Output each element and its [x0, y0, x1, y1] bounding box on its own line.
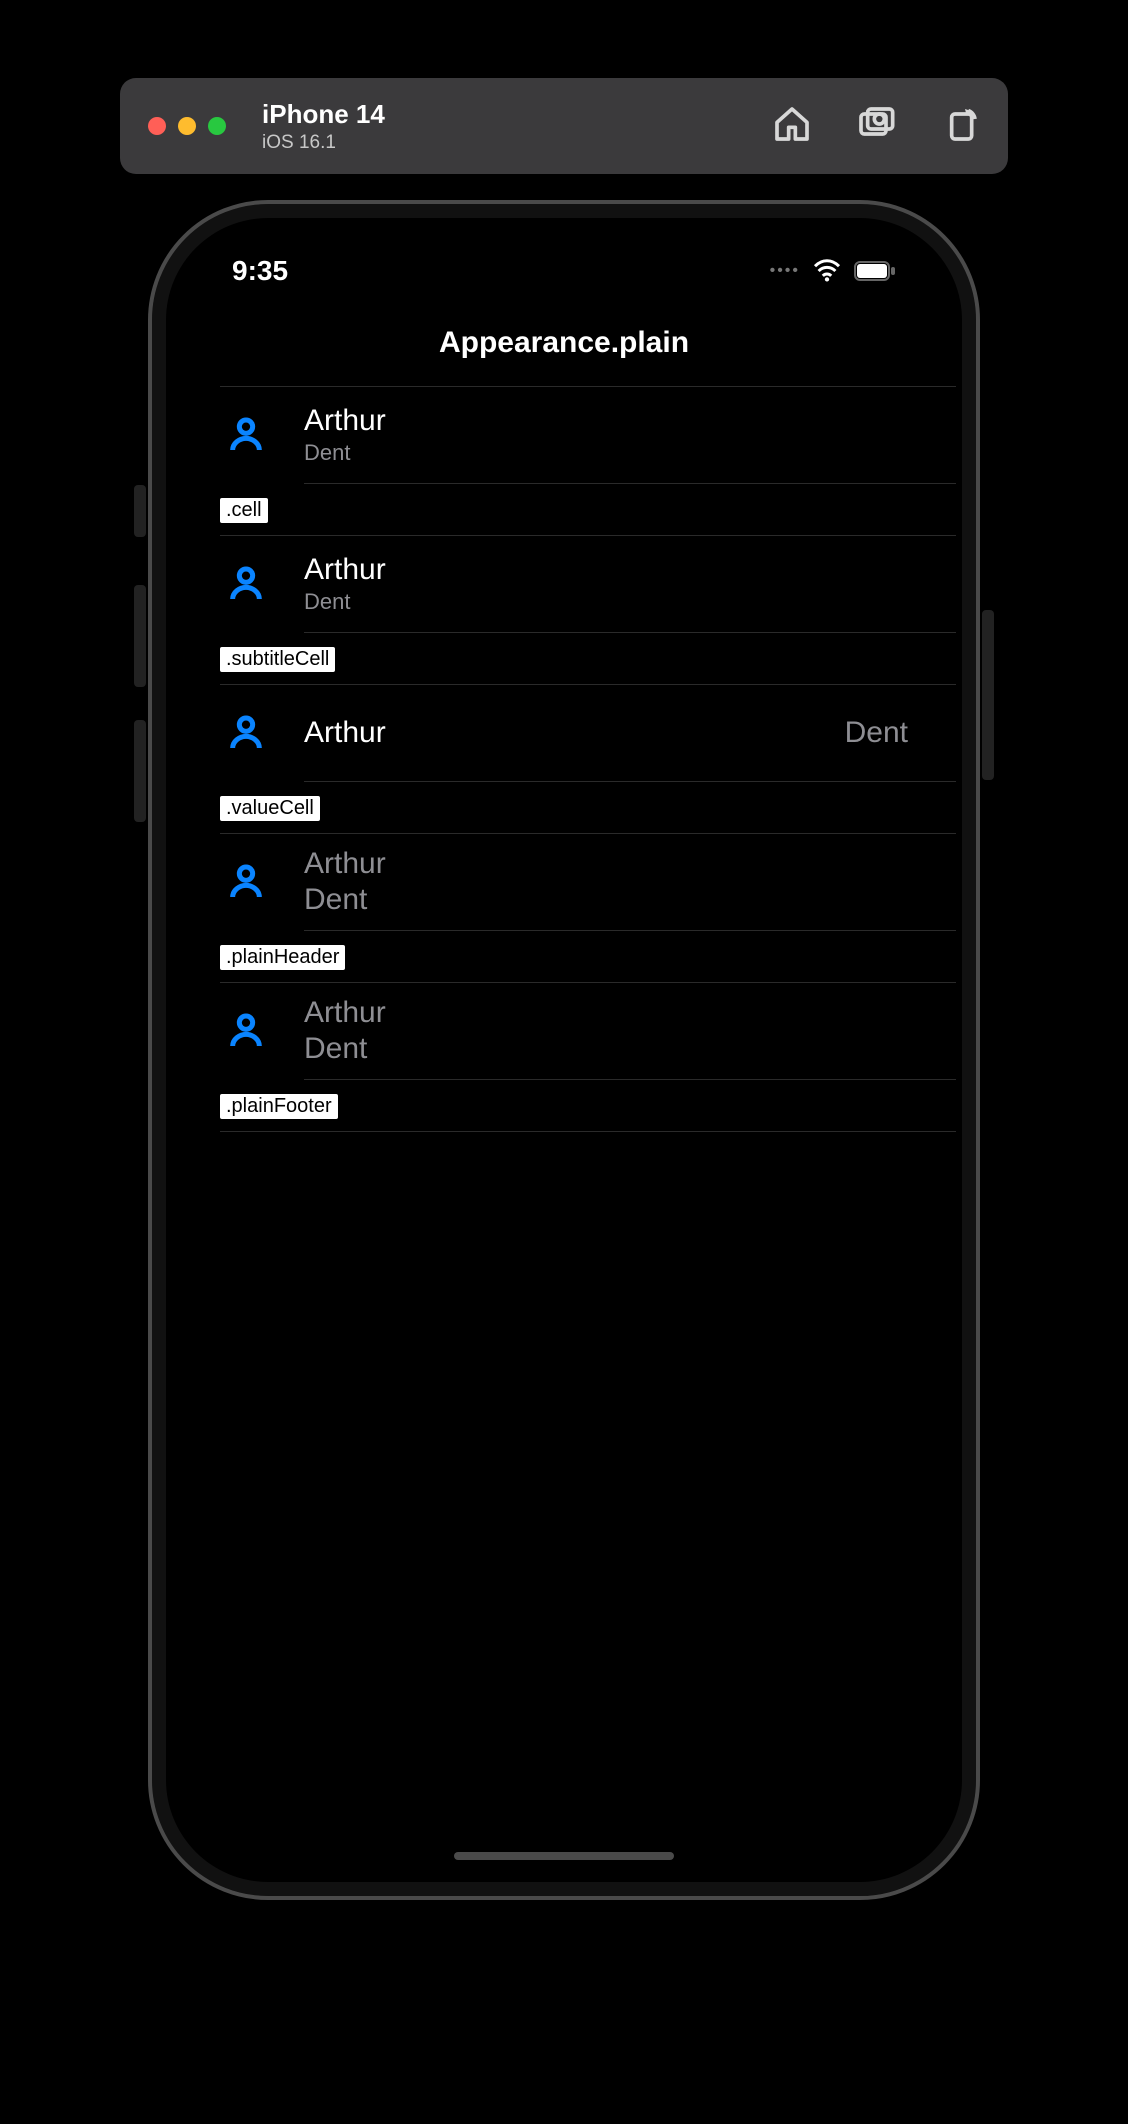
cell-subtitle: Dent: [304, 440, 908, 466]
simulator-title-block: iPhone 14 iOS 16.1: [262, 99, 385, 154]
page-title: Appearance.plain: [172, 308, 956, 386]
cell-body-text: Dent: [304, 883, 908, 917]
simulator-actions: [772, 104, 980, 149]
rotate-icon[interactable]: [940, 104, 980, 149]
zoom-window-button[interactable]: [208, 117, 226, 135]
cell-title: Arthur: [304, 996, 908, 1030]
section-footer-tag: .cell: [220, 498, 268, 523]
table-row[interactable]: Arthur Dent: [220, 983, 956, 1079]
cell-body-text: Dent: [304, 1032, 908, 1066]
cell-title: Arthur: [304, 847, 908, 881]
simulator-device-name: iPhone 14: [262, 99, 385, 130]
screenshot-icon[interactable]: [856, 104, 896, 149]
device-screen: 9:35 ••••: [172, 224, 956, 1876]
table-row[interactable]: Arthur Dent: [220, 834, 956, 930]
table-view[interactable]: Arthur Dent .cell Arthur Dent .subtitleC…: [172, 386, 956, 1132]
cell-subtitle: Dent: [304, 589, 908, 615]
device-frame: 9:35 ••••: [148, 200, 980, 1900]
person-icon: [220, 1011, 304, 1051]
table-row[interactable]: Arthur Dent: [220, 387, 956, 483]
cell-value: Dent: [845, 716, 908, 750]
section-footer-tag: .subtitleCell: [220, 647, 335, 672]
cell-title: Arthur: [304, 404, 908, 438]
person-icon: [220, 862, 304, 902]
device-mute-switch: [134, 485, 146, 537]
simulator-toolbar: iPhone 14 iOS 16.1: [120, 78, 1008, 174]
section-footer-tag: .plainFooter: [220, 1094, 338, 1119]
table-row[interactable]: Arthur Dent: [220, 685, 956, 781]
status-right: ••••: [770, 259, 896, 283]
person-icon: [220, 564, 304, 604]
minimize-window-button[interactable]: [178, 117, 196, 135]
device-volume-down: [134, 720, 146, 822]
window-traffic-lights: [148, 117, 226, 135]
device-side-button: [982, 610, 994, 780]
cell-title: Arthur: [304, 716, 845, 750]
cell-title: Arthur: [304, 553, 908, 587]
person-icon: [220, 713, 304, 753]
cellular-icon: ••••: [770, 262, 800, 280]
battery-icon: [854, 261, 896, 281]
wifi-icon: [812, 259, 842, 283]
device-volume-up: [134, 585, 146, 687]
section-footer-tag: .plainHeader: [220, 945, 345, 970]
table-row[interactable]: Arthur Dent: [220, 536, 956, 632]
status-bar: 9:35 ••••: [172, 224, 956, 308]
close-window-button[interactable]: [148, 117, 166, 135]
person-icon: [220, 415, 304, 455]
status-time: 9:35: [232, 255, 288, 287]
home-icon[interactable]: [772, 104, 812, 149]
simulator-os-version: iOS 16.1: [262, 132, 385, 154]
section-footer-tag: .valueCell: [220, 796, 320, 821]
home-indicator[interactable]: [454, 1852, 674, 1860]
